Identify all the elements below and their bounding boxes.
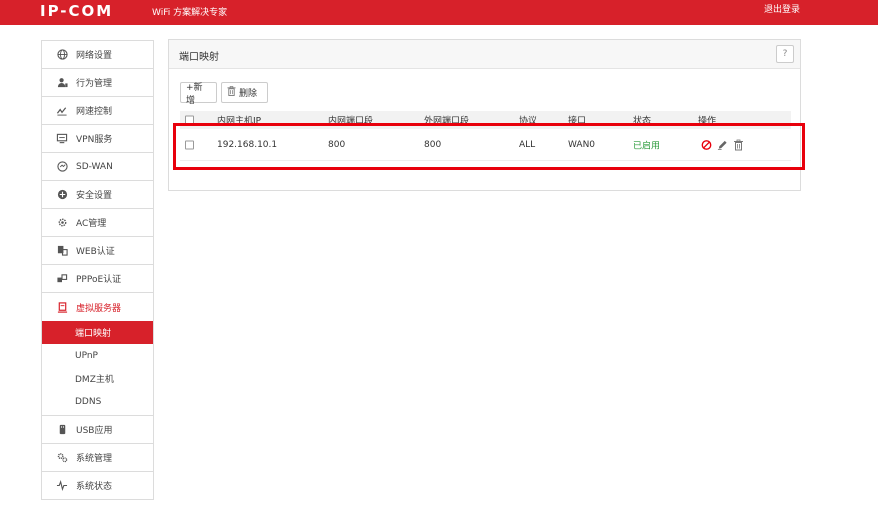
trash-icon[interactable] — [733, 139, 744, 150]
web-auth-icon — [56, 245, 68, 257]
submenu-item-port-mapping[interactable]: 端口映射 — [42, 321, 153, 344]
sidebar-item-system-status[interactable]: 系统状态 — [42, 472, 153, 500]
column-header-lan-port: 内网端口段 — [328, 116, 374, 127]
sidebar-item-label: USB应用 — [76, 426, 113, 436]
monitor-icon — [56, 133, 68, 145]
select-all-checkbox[interactable] — [185, 115, 194, 125]
column-header-actions: 操作 — [698, 116, 717, 127]
cell-actions — [701, 139, 744, 150]
sidebar-item-label: 系统管理 — [76, 454, 113, 464]
column-header-lan-ip: 内网主机IP — [217, 116, 262, 127]
brand-logo: IP-COM — [40, 2, 114, 20]
sidebar-item-label: 行为管理 — [76, 79, 113, 89]
sidebar-item-label: SD-WAN — [76, 161, 113, 172]
user-icon — [56, 77, 68, 89]
server-icon — [56, 301, 68, 313]
column-header-interface: 接口 — [568, 116, 587, 127]
pulse-icon — [56, 480, 68, 492]
sidebar-item-label: 系统状态 — [76, 482, 113, 492]
sidebar-item-vpn[interactable]: VPN服务 — [42, 125, 153, 153]
submenu-item-ddns[interactable]: DDNS — [42, 390, 153, 413]
table-row: 192.168.10.1 800 800 ALL WAN0 已启用 — [180, 129, 791, 161]
logout-link[interactable]: 退出登录 — [764, 4, 800, 16]
cell-interface: WAN0 — [568, 139, 596, 150]
row-checkbox[interactable] — [185, 140, 194, 149]
sidebar-item-web-auth[interactable]: WEB认证 — [42, 237, 153, 265]
sidebar-item-label: 虚拟服务器 — [76, 303, 122, 314]
sidebar-item-security[interactable]: 安全设置 — [42, 181, 153, 209]
column-header-protocol: 协议 — [519, 116, 538, 127]
add-button[interactable]: +新增 — [180, 82, 217, 106]
sidebar-item-label: 网络设置 — [76, 51, 113, 61]
submenu-item-dmz[interactable]: DMZ主机 — [42, 367, 153, 390]
cell-wan-port: 800 — [424, 139, 442, 150]
panel-header: 端口映射 ? — [169, 40, 800, 69]
sidebar-item-label: AC管理 — [76, 219, 107, 229]
sdwan-icon — [56, 161, 68, 173]
ac-gear-icon — [56, 217, 68, 229]
globe-icon — [56, 49, 68, 61]
sidebar-item-virtual-server[interactable]: 虚拟服务器 — [42, 293, 153, 321]
sidebar-item-label: WEB认证 — [76, 247, 115, 257]
brand-tagline: WiFi 方案解决专家 — [152, 8, 228, 18]
sidebar-item-ac[interactable]: AC管理 — [42, 209, 153, 237]
sidebar: 网络设置 行为管理 网速控制 VPN服务 SD-WAN 安全设置 AC管理 WE… — [41, 40, 154, 500]
trash-icon — [227, 86, 236, 99]
port-mapping-panel: 端口映射 ? +新增 删除 内网主机IP 内网端口段 外网端口段 协议 接口 状… — [168, 39, 801, 191]
column-header-wan-port: 外网端口段 — [424, 116, 470, 127]
edit-icon[interactable] — [717, 139, 728, 150]
sidebar-item-speed[interactable]: 网速控制 — [42, 97, 153, 125]
sidebar-item-behavior[interactable]: 行为管理 — [42, 69, 153, 97]
delete-label: 删除 — [239, 89, 258, 99]
sidebar-item-usb[interactable]: USB应用 — [42, 416, 153, 444]
sidebar-item-network[interactable]: 网络设置 — [42, 41, 153, 69]
delete-button[interactable]: 删除 — [221, 82, 268, 103]
sidebar-item-label: 网速控制 — [76, 107, 113, 117]
column-header-status: 状态 — [633, 116, 652, 127]
sidebar-item-label: VPN服务 — [76, 135, 113, 145]
cell-protocol: ALL — [519, 139, 536, 150]
disable-icon[interactable] — [701, 139, 712, 150]
gears-icon — [56, 452, 68, 464]
sidebar-item-label: 安全设置 — [76, 191, 113, 201]
cell-lan-ip: 192.168.10.1 — [217, 139, 278, 150]
sidebar-item-sdwan[interactable]: SD-WAN — [42, 153, 153, 181]
page-title: 端口映射 — [179, 52, 219, 63]
help-button[interactable]: ? — [776, 45, 794, 63]
submenu-item-upnp[interactable]: UPnP — [42, 344, 153, 367]
sidebar-item-pppoe[interactable]: PPPoE认证 — [42, 265, 153, 293]
virtual-server-submenu: 端口映射 UPnP DMZ主机 DDNS — [42, 321, 153, 416]
sidebar-item-system-manage[interactable]: 系统管理 — [42, 444, 153, 472]
usb-icon — [56, 424, 68, 436]
pppoe-icon — [56, 273, 68, 285]
cell-lan-port: 800 — [328, 139, 346, 150]
speed-icon — [56, 105, 68, 117]
cell-status: 已启用 — [633, 141, 661, 151]
port-mapping-table: 内网主机IP 内网端口段 外网端口段 协议 接口 状态 操作 192.168.1… — [180, 111, 791, 161]
table-header: 内网主机IP 内网端口段 外网端口段 协议 接口 状态 操作 — [180, 111, 791, 129]
shield-icon — [56, 189, 68, 201]
sidebar-item-label: PPPoE认证 — [76, 275, 122, 285]
top-bar: IP-COM WiFi 方案解决专家 退出登录 — [0, 0, 878, 25]
